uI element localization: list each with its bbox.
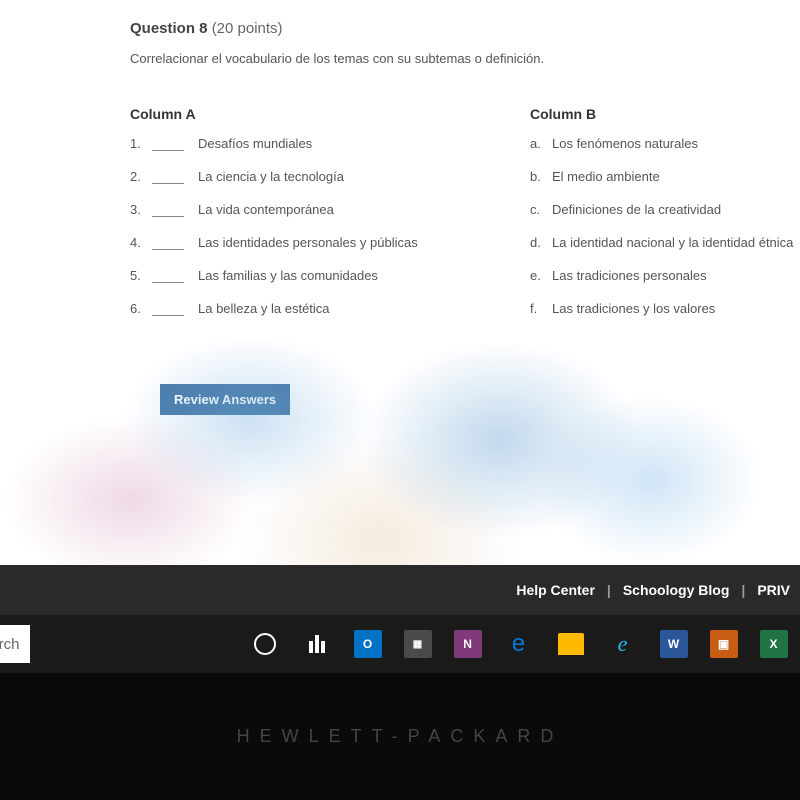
- taskbar-icons: O ▦ N e e W ▣ X P: [250, 629, 800, 659]
- item-number: 4.: [130, 235, 152, 250]
- item-text: La belleza y la estética: [198, 301, 450, 316]
- page-footer: Help Center | Schoology Blog | PRIV: [0, 565, 800, 615]
- footer-separator: |: [741, 582, 745, 598]
- calculator-icon[interactable]: ▦: [404, 630, 432, 658]
- windows-taskbar: earch O ▦ N e e W ▣ X P: [0, 615, 800, 673]
- answer-blank[interactable]: [152, 150, 184, 151]
- item-number: 1.: [130, 136, 152, 151]
- column-a-item: 2. La ciencia y la tecnología: [130, 169, 450, 184]
- item-number: 6.: [130, 301, 152, 316]
- laptop-bezel: HEWLETT-PACKARD: [0, 673, 800, 800]
- column-b: Column B a. Los fenómenos naturales b. E…: [530, 106, 800, 334]
- column-a-item: 4. Las identidades personales y públicas: [130, 235, 450, 250]
- column-b-item: c. Definiciones de la creatividad: [530, 202, 800, 217]
- column-b-item: f. Las tradiciones y los valores: [530, 301, 800, 316]
- answer-blank[interactable]: [152, 216, 184, 217]
- column-a-item: 6. La belleza y la estética: [130, 301, 450, 316]
- laptop-brand-text: HEWLETT-PACKARD: [237, 726, 564, 747]
- item-text: El medio ambiente: [552, 169, 800, 184]
- edge-icon[interactable]: e: [504, 629, 534, 659]
- question-content: Question 8 (20 points) Correlacionar el …: [0, 0, 800, 565]
- cortana-icon[interactable]: [250, 629, 280, 659]
- item-letter: b.: [530, 169, 552, 184]
- column-a-item: 5. Las familias y las comunidades: [130, 268, 450, 283]
- matching-columns: Column A 1. Desafíos mundiales 2. La cie…: [130, 106, 800, 334]
- footer-separator: |: [607, 582, 611, 598]
- item-letter: f.: [530, 301, 552, 316]
- column-a-item: 3. La vida contemporánea: [130, 202, 450, 217]
- answer-blank[interactable]: [152, 183, 184, 184]
- answer-blank[interactable]: [152, 249, 184, 250]
- item-number: 3.: [130, 202, 152, 217]
- file-explorer-icon[interactable]: [556, 629, 586, 659]
- item-text: Las familias y las comunidades: [198, 268, 450, 283]
- question-prompt: Correlacionar el vocabulario de los tema…: [130, 51, 800, 66]
- item-text: La vida contemporánea: [198, 202, 450, 217]
- column-b-header: Column B: [530, 106, 800, 122]
- package-icon[interactable]: ▣: [710, 630, 738, 658]
- screen-moire-pattern: [0, 340, 800, 565]
- column-b-item: b. El medio ambiente: [530, 169, 800, 184]
- column-a-header: Column A: [130, 106, 450, 122]
- question-points: (20 points): [212, 20, 283, 37]
- column-b-item: e. Las tradiciones personales: [530, 268, 800, 283]
- column-b-item: d. La identidad nacional y la identidad …: [530, 235, 800, 250]
- item-text: Las tradiciones y los valores: [552, 301, 800, 316]
- schoology-blog-link[interactable]: Schoology Blog: [623, 582, 730, 598]
- column-a: Column A 1. Desafíos mundiales 2. La cie…: [130, 106, 450, 334]
- question-title: Question 8: [130, 20, 208, 37]
- item-letter: e.: [530, 268, 552, 283]
- answer-blank[interactable]: [152, 315, 184, 316]
- item-letter: c.: [530, 202, 552, 217]
- privacy-link[interactable]: PRIV: [757, 582, 790, 598]
- item-text: La identidad nacional y la identidad étn…: [552, 235, 800, 250]
- item-number: 2.: [130, 169, 152, 184]
- outlook-icon[interactable]: O: [354, 630, 382, 658]
- taskbar-search-input[interactable]: earch: [0, 625, 30, 663]
- help-center-link[interactable]: Help Center: [516, 582, 595, 598]
- item-text: La ciencia y la tecnología: [198, 169, 450, 184]
- item-letter: d.: [530, 235, 552, 250]
- item-text: Las identidades personales y públicas: [198, 235, 450, 250]
- column-a-item: 1. Desafíos mundiales: [130, 136, 450, 151]
- question-header: Question 8 (20 points): [130, 20, 800, 37]
- internet-explorer-icon[interactable]: e: [608, 629, 638, 659]
- word-icon[interactable]: W: [660, 630, 688, 658]
- onenote-icon[interactable]: N: [454, 630, 482, 658]
- excel-icon[interactable]: X: [760, 630, 788, 658]
- item-text: Los fenómenos naturales: [552, 136, 800, 151]
- item-number: 5.: [130, 268, 152, 283]
- item-text: Definiciones de la creatividad: [552, 202, 800, 217]
- taskview-icon[interactable]: [302, 629, 332, 659]
- review-answers-button[interactable]: Review Answers: [160, 384, 290, 415]
- item-letter: a.: [530, 136, 552, 151]
- item-text: Las tradiciones personales: [552, 268, 800, 283]
- item-text: Desafíos mundiales: [198, 136, 450, 151]
- column-b-item: a. Los fenómenos naturales: [530, 136, 800, 151]
- answer-blank[interactable]: [152, 282, 184, 283]
